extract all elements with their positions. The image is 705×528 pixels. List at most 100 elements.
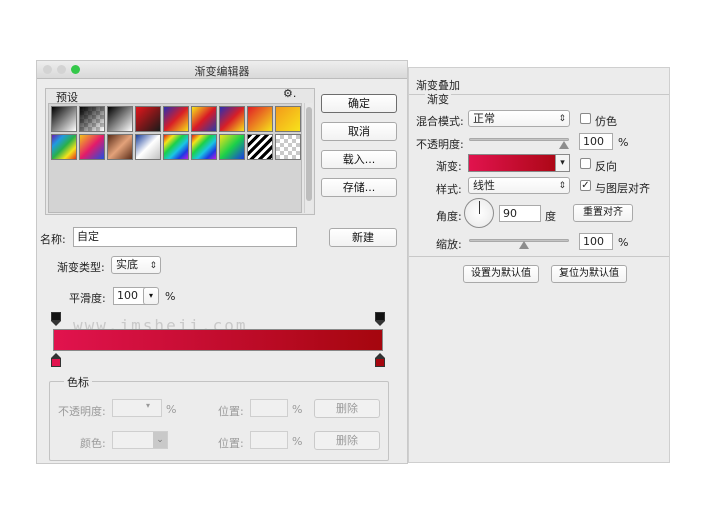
- name-field[interactable]: 自定: [73, 227, 297, 247]
- color-stop-left[interactable]: [51, 353, 61, 367]
- preset-swatch[interactable]: [247, 134, 273, 160]
- load-button[interactable]: 载入...: [321, 150, 397, 169]
- stop-opacity-location-unit: %: [292, 403, 303, 416]
- stop-opacity-location-field: [250, 399, 288, 417]
- divider: [409, 256, 669, 257]
- chevron-updown-icon: ⇕: [558, 181, 566, 191]
- chevron-updown-icon: ⇕: [558, 114, 566, 124]
- scale-field[interactable]: 100: [579, 233, 613, 250]
- preset-swatch-grid: [48, 103, 302, 213]
- dither-checkbox[interactable]: [580, 113, 591, 124]
- section-title: 渐变: [425, 91, 451, 107]
- ok-button[interactable]: 确定: [321, 94, 397, 113]
- preset-swatch[interactable]: [107, 134, 133, 160]
- presets-scrollbar[interactable]: [304, 103, 313, 213]
- scale-label: 缩放:: [436, 238, 462, 251]
- window-title: 渐变编辑器: [194, 65, 250, 78]
- preset-swatch[interactable]: [275, 106, 301, 132]
- scale-slider-thumb[interactable]: [519, 241, 529, 249]
- preset-swatch[interactable]: [219, 134, 245, 160]
- color-stop-right[interactable]: [375, 353, 385, 367]
- smoothness-label: 平滑度:: [69, 292, 106, 305]
- opacity-unit: %: [618, 136, 629, 149]
- dither-label: 仿色: [595, 115, 617, 128]
- gradient-preview-bar[interactable]: [53, 329, 383, 351]
- angle-unit: 度: [545, 210, 556, 223]
- preset-swatch[interactable]: [135, 134, 161, 160]
- preset-swatch[interactable]: [79, 134, 105, 160]
- preset-swatch[interactable]: [163, 106, 189, 132]
- save-button[interactable]: 存储...: [321, 178, 397, 197]
- preset-swatch[interactable]: [51, 106, 77, 132]
- title-bar: 渐变编辑器: [37, 61, 407, 79]
- set-as-default-button[interactable]: 设置为默认值: [463, 265, 539, 283]
- style-value: 线性: [473, 179, 495, 192]
- gradient-picker[interactable]: ▾: [468, 154, 570, 172]
- angle-label: 角度:: [436, 210, 462, 223]
- align-with-layer-checkbox[interactable]: ✓: [580, 180, 591, 191]
- preset-swatch[interactable]: [51, 134, 77, 160]
- opacity-slider-track[interactable]: [469, 138, 569, 141]
- blend-mode-select[interactable]: 正常 ⇕: [468, 110, 570, 127]
- opacity-field[interactable]: 100: [579, 133, 613, 150]
- preset-swatch[interactable]: [191, 134, 217, 160]
- gradient-overlay-panel: 渐变叠加 渐变 混合模式: 正常 ⇕ 仿色 不透明度: 100 % 渐变: ▾ …: [408, 67, 670, 463]
- opacity-slider-thumb[interactable]: [559, 141, 569, 149]
- preset-swatch[interactable]: [275, 134, 301, 160]
- smoothness-unit: %: [165, 290, 176, 303]
- preset-swatch[interactable]: [79, 106, 105, 132]
- style-select[interactable]: 线性 ⇕: [468, 177, 570, 194]
- align-with-layer-label: 与图层对齐: [595, 182, 650, 195]
- stop-pointer-icon: [375, 321, 385, 326]
- opacity-stop-swatch: [375, 312, 385, 321]
- preset-swatch[interactable]: [107, 106, 133, 132]
- angle-field[interactable]: 90: [499, 205, 541, 222]
- stop-opacity-unit: %: [166, 403, 177, 416]
- reset-to-default-button[interactable]: 复位为默认值: [551, 265, 627, 283]
- new-button[interactable]: 新建: [329, 228, 397, 247]
- blend-mode-label: 混合模式:: [416, 115, 464, 128]
- color-stops-group: 色标 不透明度: ▾ % 位置: % 删除 颜色: ⌄ 位置: % 删除: [49, 374, 389, 461]
- stop-opacity-location-label: 位置:: [218, 405, 244, 418]
- presets-panel: 预设: [45, 88, 315, 215]
- cancel-button[interactable]: 取消: [321, 122, 397, 141]
- preset-swatch[interactable]: [191, 106, 217, 132]
- stop-color-location-unit: %: [292, 435, 303, 448]
- stop-color-location-label: 位置:: [218, 437, 244, 450]
- stop-color-label: 颜色:: [80, 437, 106, 450]
- gradient-type-select[interactable]: 实底 ⇕: [111, 256, 161, 274]
- stop-color-location-field: [250, 431, 288, 449]
- gradient-type-value: 实底: [116, 258, 138, 271]
- delete-color-stop-button: 删除: [314, 431, 380, 450]
- blend-mode-value: 正常: [473, 112, 495, 125]
- scale-unit: %: [618, 236, 629, 249]
- stop-opacity-label: 不透明度:: [58, 405, 106, 418]
- name-label: 名称:: [40, 233, 66, 246]
- chevron-down-icon: ⌄: [153, 432, 167, 448]
- gradient-label: 渐变:: [436, 160, 462, 173]
- opacity-stop-right[interactable]: [375, 312, 385, 326]
- gear-icon[interactable]: ⚙.: [283, 87, 296, 100]
- color-stops-title: 色标: [64, 374, 92, 390]
- reverse-checkbox[interactable]: [580, 158, 591, 169]
- scrollbar-thumb[interactable]: [306, 107, 312, 201]
- angle-indicator: [479, 201, 480, 214]
- opacity-stop-swatch: [51, 312, 61, 321]
- stop-pointer-icon: [51, 321, 61, 326]
- chevron-down-icon[interactable]: ▾: [555, 155, 569, 171]
- reset-alignment-button[interactable]: 重置对齐: [573, 204, 633, 222]
- angle-dial[interactable]: [464, 198, 494, 228]
- color-stop-swatch: [375, 358, 385, 367]
- gradient-editor-window: 渐变编辑器 预设 ⚙. 确定 取消 载入... 存储... 名称: 自定 新建 …: [36, 60, 408, 464]
- opacity-label: 不透明度:: [416, 138, 464, 151]
- preset-swatch[interactable]: [135, 106, 161, 132]
- smoothness-dropdown-arrow-icon[interactable]: ▾: [143, 287, 159, 305]
- opacity-stop-left[interactable]: [51, 312, 61, 326]
- stop-opacity-dropdown-arrow-icon: ▾: [146, 401, 151, 410]
- color-stop-swatch: [51, 358, 61, 367]
- preset-swatch[interactable]: [219, 106, 245, 132]
- preset-swatch[interactable]: [163, 134, 189, 160]
- stop-color-well: ⌄: [112, 431, 168, 449]
- preset-swatch[interactable]: [247, 106, 273, 132]
- gradient-type-label: 渐变类型:: [57, 261, 105, 274]
